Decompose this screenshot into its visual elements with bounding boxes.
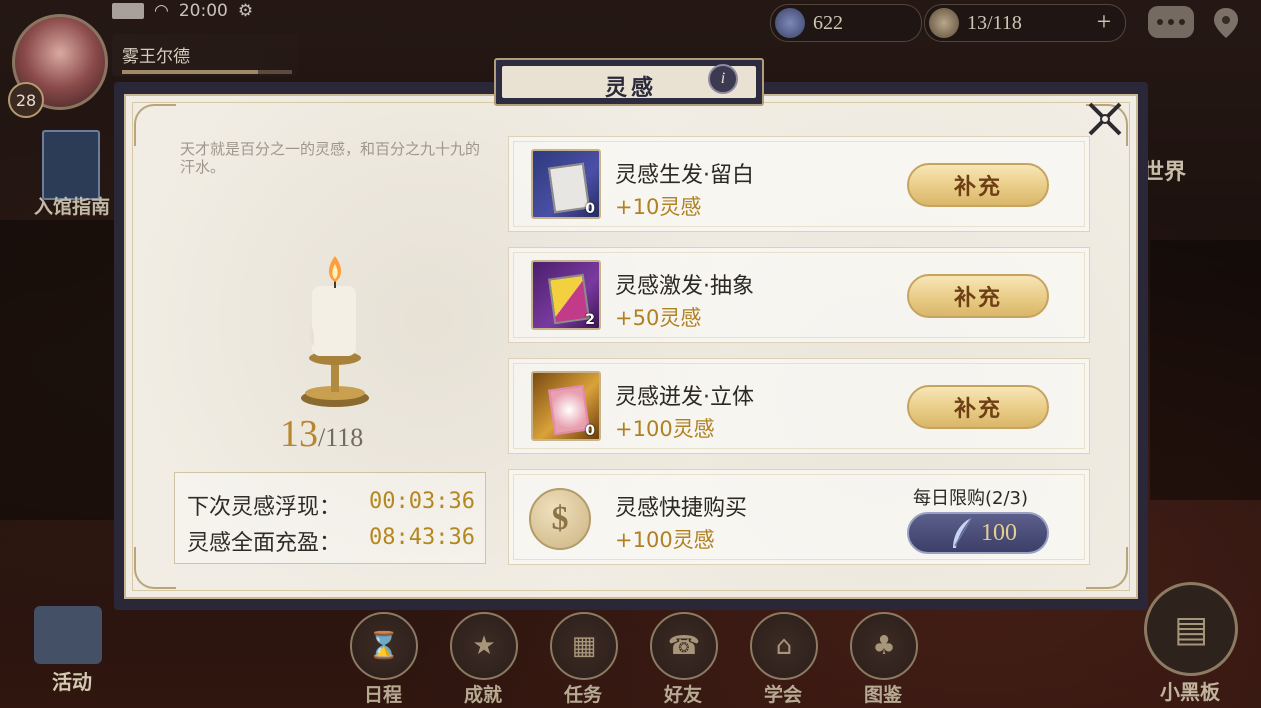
inspiration-quote: 天才就是百分之一的灵感，和百分之九十九的汗水。 xyxy=(180,140,481,176)
activity-label: 活动 xyxy=(52,672,92,694)
dock-society[interactable]: ⌂ 学会 xyxy=(750,612,818,706)
settings-gear-icon[interactable]: ⚙ xyxy=(238,1,253,21)
quick-buy-button[interactable]: 100 xyxy=(907,512,1049,554)
full-refill-label: 灵感全面充盈： xyxy=(187,531,342,556)
wifi-icon: ◠ xyxy=(154,1,169,21)
player-name-plate: 雾王尔德 xyxy=(112,34,298,76)
item-row: 0 灵感迸发·立体 +100灵感 补充 xyxy=(508,358,1090,454)
quill-icon xyxy=(953,517,972,548)
hourglass-icon: ⌛ xyxy=(350,612,418,680)
coin-hourglass-icon: $ xyxy=(529,488,591,550)
quill-currency: 622 xyxy=(770,4,922,42)
telephone-icon: ☎ xyxy=(650,612,718,680)
framed-portrait-icon: 0 xyxy=(531,371,601,441)
quick-buy-row: $ 灵感快捷购买 +100灵感 每日限购(2/3) 100 xyxy=(508,469,1090,565)
quick-buy-gain: +100灵感 xyxy=(615,528,715,552)
blackboard-label: 小黑板 xyxy=(1160,682,1220,704)
candle-icon xyxy=(301,256,369,407)
quick-buy-name: 灵感快捷购买 xyxy=(615,496,748,521)
refill-button[interactable]: 补充 xyxy=(907,163,1049,207)
daily-limit: 每日限购(2/3) xyxy=(913,488,1029,509)
item-count: 0 xyxy=(585,201,595,217)
chat-icon[interactable] xyxy=(1148,6,1194,38)
item-name: 灵感激发·抽象 xyxy=(615,274,754,299)
inspiration-current: 13 xyxy=(280,413,318,455)
blank-canvas-icon: 0 xyxy=(531,149,601,219)
guide-label: 入馆指南 xyxy=(34,197,111,218)
inspiration-counter: 13/118 + xyxy=(924,4,1126,42)
item-row: 0 灵感生发·留白 +10灵感 补充 xyxy=(508,136,1090,232)
star-badge-icon: ★ xyxy=(450,612,518,680)
inspiration-count: 13/118 xyxy=(280,412,363,456)
dock-codex[interactable]: ♣ 图鉴 xyxy=(850,612,918,706)
item-name: 灵感生发·留白 xyxy=(615,163,754,188)
item-count: 0 xyxy=(585,423,595,439)
refill-button[interactable]: 补充 xyxy=(907,385,1049,429)
next-refresh-time: 00:03:36 xyxy=(369,489,475,514)
battery-icon xyxy=(112,3,144,19)
building-icon: ⌂ xyxy=(750,612,818,680)
world-label[interactable]: 世界 xyxy=(1142,154,1186,186)
blackboard-entry[interactable]: ▤ 小黑板 xyxy=(1142,582,1238,704)
status-bar: ◠ 20:00 ⚙ xyxy=(112,0,253,22)
info-button[interactable]: i xyxy=(708,64,738,94)
tree-icon: ♣ xyxy=(850,612,918,680)
quick-buy-price: 100 xyxy=(981,520,1017,546)
player-level-badge: 28 xyxy=(8,82,44,118)
dock-achievements[interactable]: ★ 成就 xyxy=(450,612,518,706)
quill-icon xyxy=(775,8,805,38)
dock-schedule[interactable]: ⌛ 日程 xyxy=(350,612,418,706)
activity-entry[interactable]: 活动 xyxy=(26,600,116,696)
abstract-canvas-icon: 2 xyxy=(531,260,601,330)
corner-ornament xyxy=(1086,547,1128,589)
item-gain: +50灵感 xyxy=(615,306,702,330)
item-name: 灵感迸发·立体 xyxy=(615,385,754,410)
inspiration-max: /118 xyxy=(318,423,364,452)
refill-button[interactable]: 补充 xyxy=(907,274,1049,318)
add-inspiration-button[interactable]: + xyxy=(1091,9,1117,36)
activity-mailbox-icon xyxy=(34,606,102,664)
item-row: 2 灵感激发·抽象 +50灵感 补充 xyxy=(508,247,1090,343)
bottom-dock: ⌛ 日程 ★ 成就 ▦ 任务 ☎ 好友 ⌂ 学会 ♣ 图鉴 xyxy=(350,612,918,706)
corner-ornament xyxy=(134,547,176,589)
dock-friends[interactable]: ☎ 好友 xyxy=(650,612,718,706)
corner-ornament xyxy=(134,104,176,146)
exp-bar xyxy=(122,70,292,74)
task-board-icon: ▦ xyxy=(550,612,618,680)
guide-entry[interactable]: 入馆指南 xyxy=(30,130,114,220)
quill-value: 622 xyxy=(813,11,843,34)
player-name: 雾王尔德 xyxy=(122,47,190,66)
item-gain: +100灵感 xyxy=(615,417,715,441)
full-refill-time: 08:43:36 xyxy=(369,525,475,550)
blackboard-icon: ▤ xyxy=(1144,582,1238,676)
map-pin-icon[interactable] xyxy=(1212,6,1240,40)
item-gain: +10灵感 xyxy=(615,195,702,219)
status-time: 20:00 xyxy=(178,1,228,21)
item-count: 2 xyxy=(585,312,595,328)
guide-book-icon xyxy=(42,130,100,200)
next-refresh-label: 下次灵感浮现： xyxy=(187,495,342,520)
candle-icon xyxy=(929,8,959,38)
dock-tasks[interactable]: ▦ 任务 xyxy=(550,612,618,706)
inspiration-value: 13/118 xyxy=(967,11,1022,34)
timer-box: 下次灵感浮现： 00:03:36 灵感全面充盈： 08:43:36 xyxy=(174,472,486,564)
